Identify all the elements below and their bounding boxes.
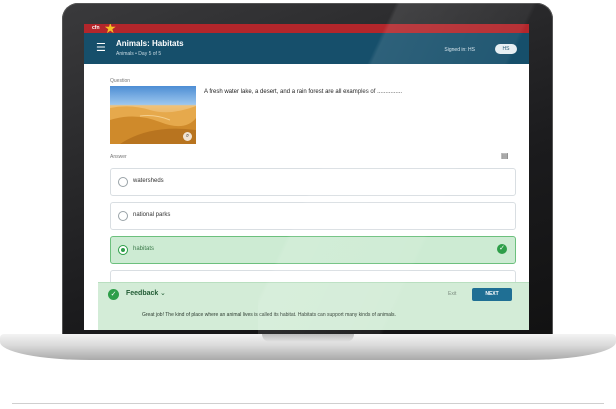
page-subtitle: Animals • Day 5 of 5: [116, 51, 162, 57]
option-label: national parks: [133, 212, 171, 218]
answer-option-selected[interactable]: habitats ✓: [110, 236, 516, 264]
banner-chip: cfn: [92, 25, 100, 31]
menu-icon[interactable]: ☰: [96, 42, 106, 54]
laptop-screen: cfn ★ ☰ Animals: Habitats Animals • Day …: [84, 24, 529, 330]
question-label: Question: [110, 78, 131, 84]
answer-option[interactable]: national parks: [110, 202, 516, 230]
feedback-text: Great job! The kind of place where an an…: [142, 312, 396, 318]
radio-icon[interactable]: [118, 245, 128, 255]
answer-label: Answer: [110, 154, 127, 160]
user-status: Signed in: HS: [444, 47, 475, 53]
option-label: habitats: [133, 246, 155, 252]
feedback-title[interactable]: Feedback: [126, 290, 158, 297]
avatar[interactable]: HS: [495, 44, 517, 54]
question-image[interactable]: ⌕: [110, 86, 196, 144]
radio-icon[interactable]: [118, 211, 128, 221]
floor-shadow: [12, 403, 604, 404]
laptop-notch: [262, 334, 354, 342]
exit-button[interactable]: Exit: [448, 291, 456, 297]
question-text: A fresh water lake, a desert, and a rain…: [204, 89, 403, 95]
check-icon: ✓: [497, 244, 507, 254]
answer-option[interactable]: watersheds: [110, 168, 516, 196]
app-header: ☰ Animals: Habitats Animals • Day 5 of 5…: [84, 33, 529, 64]
option-label: watersheds: [133, 178, 164, 184]
radio-icon[interactable]: [118, 177, 128, 187]
list-icon[interactable]: ▤: [501, 151, 509, 160]
check-icon: ✓: [108, 289, 119, 300]
chevron-down-icon[interactable]: ⌄: [160, 289, 166, 297]
next-button[interactable]: NEXT: [472, 288, 512, 301]
zoom-icon[interactable]: ⌕: [183, 132, 192, 141]
top-banner: cfn ★: [84, 24, 529, 35]
page-title: Animals: Habitats: [116, 39, 184, 48]
feedback-panel: ✓ Feedback ⌄ Exit NEXT Great job! The ki…: [98, 282, 529, 330]
